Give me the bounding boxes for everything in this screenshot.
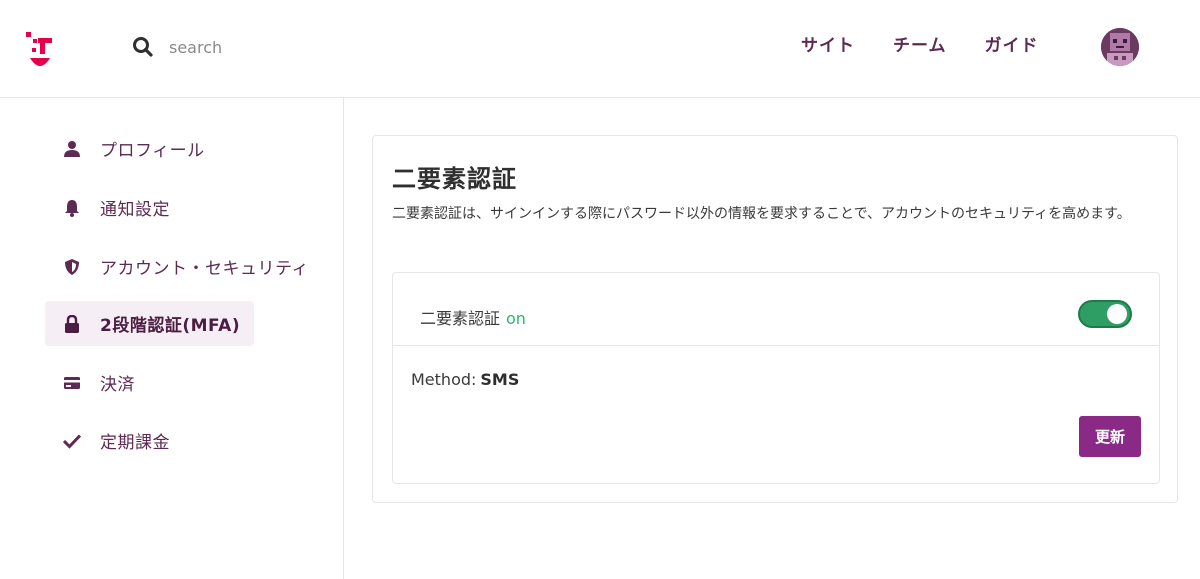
update-button[interactable]: 更新	[1079, 416, 1141, 457]
brand-logo[interactable]	[24, 30, 56, 70]
mfa-settings-panel: 二要素認証 on Method: SMS 更新	[392, 272, 1160, 484]
lock-icon	[63, 314, 81, 333]
avatar[interactable]	[1101, 28, 1139, 66]
method-value: SMS	[480, 370, 520, 389]
mfa-status-row: 二要素認証 on	[393, 273, 1159, 346]
top-nav: サイト チーム ガイド	[801, 31, 1077, 56]
mfa-status-label: 二要素認証 on	[420, 305, 526, 329]
check-icon	[63, 432, 81, 450]
nav-link-site[interactable]: サイト	[801, 31, 855, 56]
mfa-toggle[interactable]	[1078, 300, 1132, 328]
sidebar-item-notifications[interactable]: 通知設定	[45, 185, 254, 230]
person-icon	[63, 140, 81, 158]
sidebar: プロフィール 通知設定 アカウント・セキュリティ 2段階認証(MFA) 決済 定…	[0, 98, 344, 579]
method-info: Method: SMS	[411, 370, 519, 389]
search-icon[interactable]	[132, 36, 154, 58]
sidebar-item-label: アカウント・セキュリティ	[100, 259, 309, 279]
search-input[interactable]	[169, 37, 369, 57]
nav-link-guide[interactable]: ガイド	[985, 31, 1039, 56]
top-header: サイト チーム ガイド	[0, 0, 1200, 98]
sidebar-item-profile[interactable]: プロフィール	[45, 126, 254, 171]
page-title: 二要素認証	[392, 165, 517, 193]
credit-card-icon	[63, 374, 81, 392]
mfa-description: 二要素認証は、サインインする際にパスワード以外の情報を要求することで、アカウント…	[392, 206, 1131, 222]
sidebar-item-payment[interactable]: 決済	[45, 360, 254, 405]
search-bar	[132, 36, 369, 58]
sidebar-item-label: 定期課金	[100, 433, 170, 453]
sidebar-item-label: 決済	[100, 375, 135, 395]
mfa-state-text: on	[506, 309, 526, 328]
nav-link-team[interactable]: チーム	[893, 31, 947, 56]
sidebar-item-subscription[interactable]: 定期課金	[45, 418, 254, 463]
mfa-card: 二要素認証 二要素認証は、サインインする際にパスワード以外の情報を要求することで…	[372, 135, 1178, 503]
sidebar-item-label: 2段階認証(MFA)	[100, 316, 241, 336]
sidebar-item-mfa[interactable]: 2段階認証(MFA)	[45, 301, 254, 346]
method-label: Method:	[411, 370, 477, 389]
sidebar-item-label: 通知設定	[100, 200, 170, 220]
toggle-knob	[1107, 304, 1127, 324]
shield-icon	[63, 258, 81, 276]
sidebar-item-label: プロフィール	[100, 141, 205, 161]
bell-icon	[63, 199, 81, 217]
mfa-label-text: 二要素認証	[420, 309, 501, 328]
sidebar-item-account-security[interactable]: アカウント・セキュリティ	[45, 244, 308, 289]
